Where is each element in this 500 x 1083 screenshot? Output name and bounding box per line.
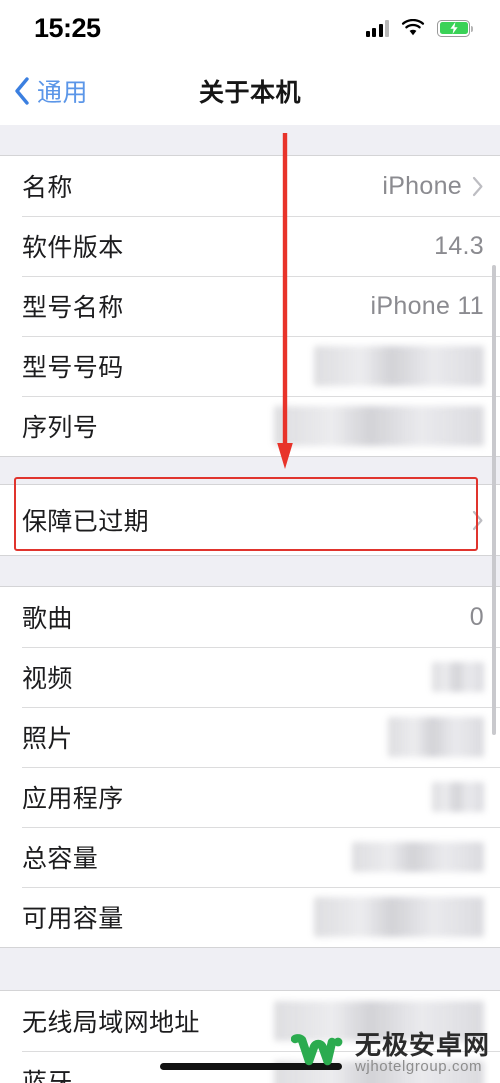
- section-gap-1: [0, 457, 500, 484]
- row-name[interactable]: 名称 iPhone: [0, 156, 500, 216]
- redacted-value: [314, 346, 484, 386]
- row-value: 14.3: [434, 231, 484, 260]
- status-bar: 15:25: [0, 0, 500, 56]
- row-label: 蓝牙: [22, 1069, 73, 1083]
- section-gap-top: [0, 125, 500, 155]
- row-software-version[interactable]: 软件版本 14.3: [0, 216, 500, 276]
- row-value: iPhone: [382, 171, 462, 200]
- lightning-bolt-icon: [449, 22, 458, 34]
- row-value-group: iPhone: [382, 172, 484, 201]
- row-value-group: iPhone 11: [371, 292, 484, 321]
- redacted-value: [388, 717, 484, 757]
- signal-bars-icon: [365, 19, 389, 37]
- home-indicator[interactable]: [160, 1063, 342, 1070]
- row-model-number[interactable]: 型号号码: [0, 336, 500, 396]
- chevron-right-icon: [472, 176, 483, 196]
- redacted-value: [352, 842, 484, 872]
- row-coverage-expired[interactable]: 保障已过期: [0, 485, 500, 555]
- row-value-group: [388, 717, 484, 757]
- row-songs[interactable]: 歌曲 0: [0, 587, 500, 647]
- back-button-label: 通用: [37, 78, 89, 107]
- vertical-scrollbar[interactable]: [492, 265, 496, 735]
- row-value-group: [472, 510, 484, 531]
- row-label: 序列号: [22, 414, 99, 442]
- row-applications[interactable]: 应用程序: [0, 767, 500, 827]
- wifi-icon: [401, 19, 425, 36]
- back-button-general[interactable]: 通用: [14, 73, 88, 109]
- row-total-capacity[interactable]: 总容量: [0, 827, 500, 887]
- row-value-group: [432, 662, 484, 692]
- navigation-bar: 通用 关于本机: [0, 56, 500, 125]
- row-value-group: [314, 897, 484, 937]
- row-label: 型号号码: [22, 354, 124, 382]
- status-bar-time: 15:25: [34, 12, 101, 43]
- row-value-group: 0: [470, 603, 484, 632]
- section-gap-3: [0, 948, 500, 990]
- row-value-group: 14.3: [434, 232, 484, 261]
- chevron-right-icon: [472, 510, 483, 530]
- row-available-capacity[interactable]: 可用容量: [0, 887, 500, 947]
- redacted-value: [274, 1001, 484, 1041]
- settings-list[interactable]: 名称 iPhone 软件版本 14.3 型号名称 iPhone 11 型号号码 …: [0, 125, 500, 1083]
- section-gap-2: [0, 556, 500, 586]
- row-value: iPhone 11: [370, 291, 484, 320]
- row-photos[interactable]: 照片: [0, 707, 500, 767]
- row-wifi-address[interactable]: 无线局域网地址: [0, 991, 500, 1051]
- row-label: 总容量: [22, 845, 99, 873]
- row-serial-number[interactable]: 序列号: [0, 396, 500, 456]
- battery-charging-icon: [437, 19, 473, 37]
- row-model-name[interactable]: 型号名称 iPhone 11: [0, 276, 500, 336]
- redacted-value: [274, 406, 484, 446]
- redacted-value: [314, 897, 484, 937]
- row-value-group: [432, 782, 484, 812]
- iphone-settings-screen: 15:25 通用 关于本机 名称 iPhone 软件版本 14.3 型号名称 i…: [0, 0, 500, 1083]
- redacted-value: [432, 782, 484, 812]
- row-value-group: [274, 406, 484, 446]
- row-label: 名称: [22, 174, 73, 202]
- status-bar-indicators: [365, 19, 473, 37]
- row-label: 软件版本: [22, 234, 124, 262]
- redacted-value: [432, 662, 484, 692]
- row-label: 歌曲: [22, 605, 73, 633]
- row-value-group: [352, 842, 484, 872]
- row-label: 可用容量: [22, 905, 124, 933]
- section-coverage: 保障已过期: [0, 484, 500, 556]
- row-value: 0: [469, 602, 484, 631]
- section-device-info: 名称 iPhone 软件版本 14.3 型号名称 iPhone 11 型号号码 …: [0, 155, 500, 457]
- row-videos[interactable]: 视频: [0, 647, 500, 707]
- row-label: 照片: [22, 725, 73, 753]
- row-label: 型号名称: [22, 294, 124, 322]
- section-storage: 歌曲 0 视频 照片 应用程序 总容量 可用容量: [0, 586, 500, 948]
- row-value-group: [314, 346, 484, 386]
- row-label: 应用程序: [22, 785, 124, 813]
- row-label: 无线局域网地址: [22, 1009, 200, 1037]
- row-value-group: [274, 1001, 484, 1041]
- chevron-left-icon: [15, 76, 29, 105]
- row-label: 保障已过期: [22, 508, 150, 536]
- row-label: 视频: [22, 665, 73, 693]
